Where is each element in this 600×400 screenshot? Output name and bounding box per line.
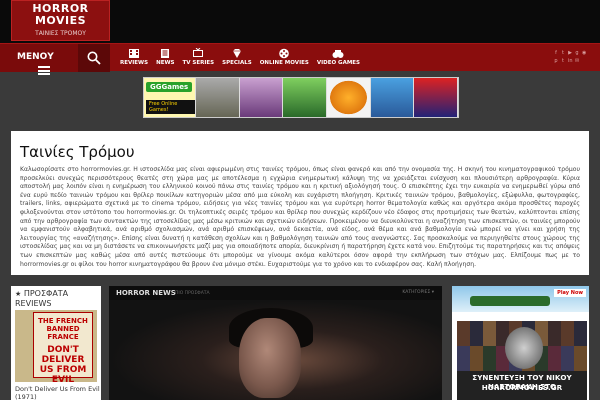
menu-toggle[interactable]: ΜΕΝΟΥ bbox=[0, 44, 78, 75]
horror-news-subtitle: ΠΙΟ ΠΡΟΣΦΑΤΑ bbox=[175, 291, 210, 296]
film-reel-icon bbox=[129, 49, 140, 58]
logo-line2: MOVIES bbox=[34, 14, 87, 27]
movie-reel-icon bbox=[279, 48, 290, 59]
nav-reviews-label: REVIEWS bbox=[120, 60, 149, 66]
horror-news-title: HORROR NEWS bbox=[116, 289, 176, 297]
ad-banner[interactable]: GGGames Free Online Games! bbox=[143, 77, 459, 118]
horror-news-header: HORROR NEWS ΠΙΟ ΠΡΟΣΦΑΤΑ ΚΑΤΗΓΟΡΙΕΣ ▾ bbox=[109, 286, 442, 300]
intro-article: Ταινίες Τρόμου Καλωσορίσατε στο horrormo… bbox=[11, 131, 589, 275]
games-logo: GGGames bbox=[146, 82, 193, 92]
face bbox=[239, 318, 301, 398]
horror-news-widget: HORROR NEWS ΠΙΟ ΠΡΟΣΦΑΤΑ ΚΑΤΗΓΟΡΙΕΣ ▾ bbox=[109, 286, 442, 400]
pinterest-icon[interactable]: p bbox=[554, 58, 558, 64]
diamond-icon bbox=[232, 49, 241, 58]
search-icon bbox=[87, 51, 101, 65]
top-header: HORROR MOVIES ΤΑΙΝΙΕΣ ΤΡΟΜΟΥ bbox=[0, 0, 600, 43]
nav-items: REVIEWS NEWS TV SERIES SPECIALS ONLINE M… bbox=[116, 44, 364, 72]
nav-news-label: NEWS bbox=[156, 60, 175, 66]
nav-video-games-label: VIDEO GAMES bbox=[316, 60, 361, 66]
main-navbar: ΜΕΝΟΥ REVIEWS NEWS TV SERIES SPECIALS ON… bbox=[0, 43, 600, 75]
rss-icon[interactable]: ◉ bbox=[582, 50, 586, 56]
hamburger-icon[interactable] bbox=[38, 66, 50, 75]
newspaper-icon bbox=[161, 49, 170, 58]
logo-tagline: ΤΑΙΝΙΕΣ ΤΡΟΜΟΥ bbox=[35, 30, 86, 37]
linkedin-icon[interactable]: in bbox=[568, 58, 573, 64]
train-game-ad[interactable]: Play Now bbox=[452, 286, 589, 312]
ad-thumb-atv[interactable] bbox=[196, 78, 240, 117]
ad-thumb-spiderman[interactable] bbox=[414, 78, 459, 117]
train-graphic bbox=[470, 296, 550, 306]
star-icon: ★ bbox=[15, 290, 22, 298]
recent-reviews-title: ΠΡΟΣΦΑΤΑ REVIEWS bbox=[15, 289, 69, 308]
interview-caption-line2: HORRORMOVIES.GR bbox=[481, 383, 563, 392]
page-title: Ταινίες Τρόμου bbox=[20, 143, 135, 161]
nav-online-movies[interactable]: ONLINE MOVIES bbox=[256, 44, 313, 72]
nav-reviews[interactable]: REVIEWS bbox=[116, 44, 152, 72]
menu-label: ΜΕΝΟΥ bbox=[17, 52, 54, 62]
social-links: f t ▶ g ◉ p t in ✉ bbox=[554, 50, 588, 64]
ad-thumb-ben10[interactable] bbox=[283, 78, 328, 117]
google-plus-icon[interactable]: g bbox=[575, 50, 579, 56]
nav-tv-series[interactable]: TV SERIES bbox=[178, 44, 218, 72]
recent-reviews-heading: ★ ΠΡΟΣΦΑΤΑ REVIEWS bbox=[11, 286, 101, 309]
ad-thumb-cartoon[interactable] bbox=[239, 78, 284, 117]
site-logo[interactable]: HORROR MOVIES ΤΑΙΝΙΕΣ ΤΡΟΜΟΥ bbox=[11, 0, 110, 41]
nav-news[interactable]: NEWS bbox=[152, 44, 178, 72]
recent-reviews-widget: ★ ΠΡΟΣΦΑΤΑ REVIEWS THE FRENCH BANNED FRA… bbox=[11, 286, 101, 400]
poster-tagline: THE FRENCH BANNED FRANCE bbox=[38, 317, 88, 341]
poster-title: DON'T DELIVER US FROM EVIL bbox=[39, 345, 87, 382]
ad-thumb-bird[interactable] bbox=[327, 78, 371, 117]
youtube-icon[interactable]: ▶ bbox=[568, 50, 572, 56]
tv-icon bbox=[193, 48, 204, 57]
ggg-games-ad[interactable]: GGGames Free Online Games! bbox=[144, 78, 197, 117]
search-button[interactable] bbox=[78, 44, 110, 72]
nav-tv-series-label: TV SERIES bbox=[182, 60, 215, 66]
nav-online-movies-label: ONLINE MOVIES bbox=[259, 60, 309, 66]
nav-specials[interactable]: SPECIALS bbox=[218, 44, 256, 72]
email-icon[interactable]: ✉ bbox=[575, 58, 579, 64]
movie-poster: THE FRENCH BANNED FRANCE DON'T DELIVER U… bbox=[33, 312, 93, 382]
gamepad-icon bbox=[332, 50, 344, 58]
games-subtitle: Free Online Games! bbox=[146, 100, 196, 114]
review-thumbnail[interactable]: THE FRENCH BANNED FRANCE DON'T DELIVER U… bbox=[15, 310, 97, 382]
play-now-badge[interactable]: Play Now bbox=[554, 289, 586, 297]
ad-thumb-creature[interactable] bbox=[370, 78, 415, 117]
nav-specials-label: SPECIALS bbox=[222, 60, 252, 66]
interview-portrait bbox=[505, 327, 543, 369]
nav-video-games[interactable]: VIDEO GAMES bbox=[313, 44, 364, 72]
intro-text: Καλωσορίσατε στο horrormovies.gr. Η ιστο… bbox=[20, 166, 580, 268]
facebook-icon[interactable]: f bbox=[554, 50, 558, 56]
review-caption[interactable]: Don't Deliver Us From Evil (1971) bbox=[15, 385, 101, 400]
category-dropdown[interactable]: ΚΑΤΗΓΟΡΙΕΣ ▾ bbox=[402, 290, 434, 295]
sidebar-right: Play Now ΣΥΝΕΝΤΕΥΞΗ ΤΟΥ ΝΙΚΟΥ ΝΑΣΤΟΡΑΚΗ … bbox=[452, 286, 589, 400]
news-feature-image[interactable] bbox=[109, 300, 442, 400]
tumblr-icon[interactable]: t bbox=[561, 58, 565, 64]
interview-feature[interactable]: ΣΥΝΕΝΤΕΥΞΗ ΤΟΥ ΝΙΚΟΥ ΝΑΣΤΟΡΑΚΗ ΣΤΟ HORRO… bbox=[457, 321, 587, 400]
twitter-icon[interactable]: t bbox=[561, 50, 565, 56]
